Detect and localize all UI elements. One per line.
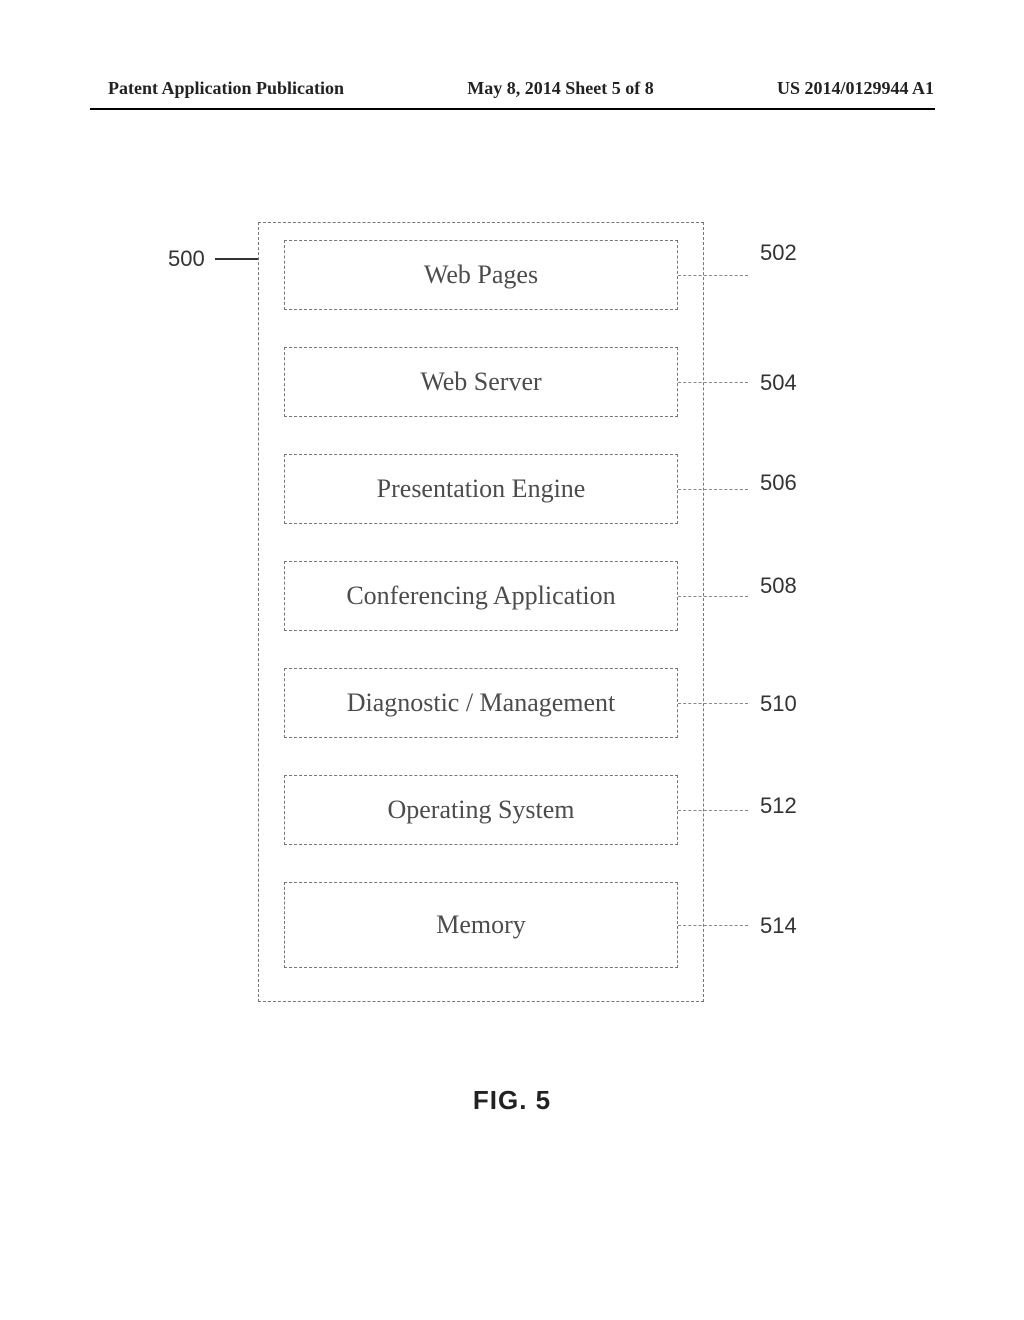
ref-506: 506 xyxy=(760,470,797,496)
box-label: Operating System xyxy=(387,795,574,825)
ref-510: 510 xyxy=(760,691,797,717)
connector-504 xyxy=(678,382,748,383)
box-label: Presentation Engine xyxy=(377,474,586,504)
figure-caption: FIG. 5 xyxy=(0,1085,1024,1116)
connector-502 xyxy=(678,275,748,276)
ref-508: 508 xyxy=(760,573,797,599)
box-label: Memory xyxy=(436,910,526,940)
ref-512: 512 xyxy=(760,793,797,819)
box-presentation-engine: Presentation Engine xyxy=(284,454,678,524)
box-web-server: Web Server xyxy=(284,347,678,417)
figure-5-diagram: 500 Web Pages Web Server Presentation En… xyxy=(0,0,1024,1320)
box-web-pages: Web Pages xyxy=(284,240,678,310)
box-label: Web Pages xyxy=(424,260,538,290)
ref-504: 504 xyxy=(760,370,797,396)
box-label: Web Server xyxy=(420,367,541,397)
connector-510 xyxy=(678,703,748,704)
box-operating-system: Operating System xyxy=(284,775,678,845)
connector-512 xyxy=(678,810,748,811)
box-memory: Memory xyxy=(284,882,678,968)
box-conferencing-application: Conferencing Application xyxy=(284,561,678,631)
connector-508 xyxy=(678,596,748,597)
connector-514 xyxy=(678,925,748,926)
connector-500 xyxy=(215,258,258,260)
patent-page: Patent Application Publication May 8, 20… xyxy=(0,0,1024,1320)
ref-514: 514 xyxy=(760,913,797,939)
ref-502: 502 xyxy=(760,240,797,266)
ref-500: 500 xyxy=(168,246,205,272)
connector-506 xyxy=(678,489,748,490)
box-label: Diagnostic / Management xyxy=(347,688,616,718)
box-diagnostic-management: Diagnostic / Management xyxy=(284,668,678,738)
box-label: Conferencing Application xyxy=(346,581,615,611)
